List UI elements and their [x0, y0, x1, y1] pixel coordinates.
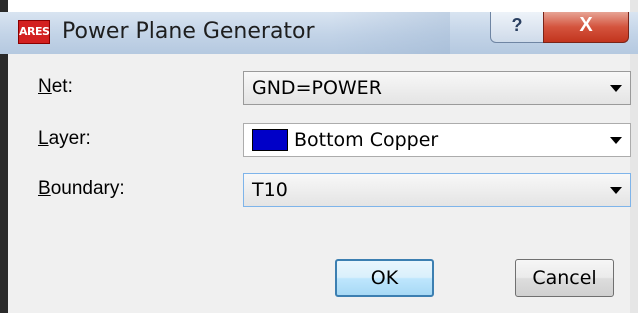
window-title: Power Plane Generator: [62, 19, 315, 44]
net-value: GND=POWER: [252, 77, 382, 99]
layer-value: Bottom Copper: [294, 129, 439, 151]
net-label: Net:: [38, 76, 73, 97]
ok-button[interactable]: OK: [335, 259, 434, 297]
layer-label: Layer:: [38, 128, 91, 149]
layer-dropdown[interactable]: Bottom Copper: [243, 123, 631, 157]
chevron-down-icon: [610, 137, 622, 144]
boundary-value: T10: [252, 179, 288, 201]
dialog-body: Net: GND=POWER Layer: Bottom Copper Boun…: [8, 54, 631, 313]
cancel-button[interactable]: Cancel: [515, 259, 614, 297]
layer-color-swatch: [252, 129, 288, 151]
net-dropdown[interactable]: GND=POWER: [243, 71, 631, 105]
ares-app-icon: ARES: [18, 20, 50, 44]
chevron-down-icon: [610, 187, 622, 194]
boundary-dropdown[interactable]: T10: [243, 173, 631, 207]
boundary-label: Boundary:: [38, 178, 125, 199]
close-button[interactable]: X: [543, 12, 629, 43]
chevron-down-icon: [610, 85, 622, 92]
title-bar[interactable]: ARES Power Plane Generator ? X: [0, 12, 638, 54]
help-button[interactable]: ?: [490, 12, 544, 43]
